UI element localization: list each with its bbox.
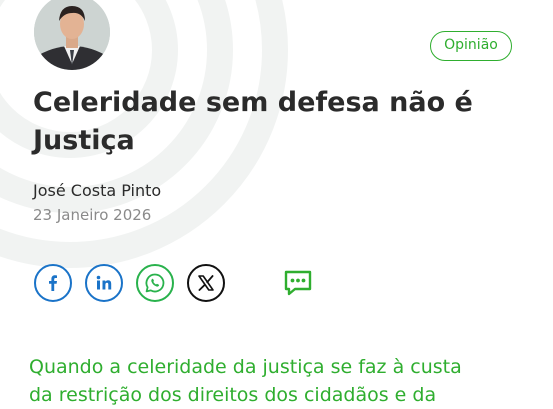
article-title: Celeridade sem defesa não é Justiça <box>33 87 473 156</box>
facebook-icon <box>49 275 57 291</box>
article-lead: Quando a celeridade da justiça se faz à … <box>29 353 529 409</box>
share-facebook-button[interactable] <box>34 264 72 302</box>
share-x-button[interactable] <box>187 264 225 302</box>
article-lead-line-2: da restrição dos direitos dos cidadãos e… <box>29 384 437 406</box>
comment-icon[interactable] <box>283 269 313 297</box>
x-icon <box>198 275 214 291</box>
linkedin-icon <box>96 275 112 290</box>
author-name[interactable]: José Costa Pinto <box>33 181 161 200</box>
publish-date: 23 Janeiro 2026 <box>33 206 152 224</box>
category-badge[interactable]: Opinião <box>430 31 512 61</box>
whatsapp-icon <box>145 273 165 293</box>
share-whatsapp-button[interactable] <box>136 264 174 302</box>
share-linkedin-button[interactable] <box>85 264 123 302</box>
article-lead-line-1: Quando a celeridade da justiça se faz à … <box>29 356 462 378</box>
